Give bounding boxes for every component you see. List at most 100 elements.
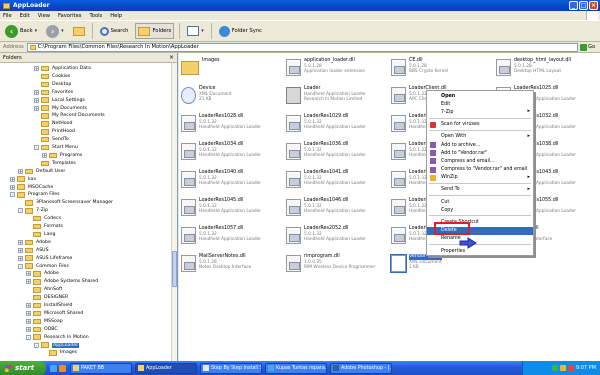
tree-item[interactable]: My Recent Documents (34, 112, 105, 119)
tree-item[interactable]: Cookies (34, 73, 70, 80)
ie-icon[interactable] (50, 364, 57, 372)
context-menu-item[interactable]: Open (427, 92, 533, 100)
expand-icon[interactable]: + (34, 66, 39, 72)
tree-item[interactable]: 3Planesoft Screensaver Manager (18, 199, 113, 206)
tree-item[interactable]: + InstallShield (26, 302, 73, 309)
taskbar-button[interactable]: AppLoader (135, 362, 197, 374)
expand-icon[interactable]: + (26, 310, 31, 316)
file-item[interactable]: LoaderRes1034.dll 5.0.1.32 Handheld Applic… (181, 141, 286, 165)
file-item[interactable]: Loader Handheld Application Loader Researc… (286, 85, 391, 109)
folders-button[interactable]: Folders (135, 23, 175, 39)
context-menu-item[interactable]: Edit (427, 100, 533, 108)
speaker-icon[interactable] (559, 365, 566, 371)
expand-icon[interactable]: + (26, 279, 31, 285)
tree-item[interactable]: + MSSoap (26, 318, 63, 325)
expand-icon[interactable]: + (34, 105, 39, 111)
file-item[interactable]: Images (181, 57, 286, 81)
firefox-icon[interactable] (59, 364, 66, 372)
context-menu-item[interactable]: Add to archive... (427, 141, 533, 149)
tree-item[interactable]: - AppLoader (34, 342, 80, 349)
tree-item[interactable]: + Adobe (26, 270, 59, 277)
tree-item[interactable]: NetHood (34, 120, 72, 127)
tree-item[interactable]: + kav (10, 176, 36, 183)
context-menu-item[interactable]: Add to "Vendor.rar" (427, 149, 533, 157)
file-item[interactable]: LoaderRes1040.dll 5.0.1.32 Handheld Applic… (181, 169, 286, 193)
file-item[interactable]: LoaderRes1057.dll 5.0.1.32 Handheld Applic… (181, 225, 286, 249)
file-item[interactable]: LoaderRes1046.dll 5.0.1.32 Handheld Applic… (286, 197, 391, 221)
folder-sync-button[interactable]: Folder Sync (217, 23, 264, 39)
taskbar-button[interactable]: Step By Step Install S... (200, 362, 262, 374)
file-item[interactable]: CE.dll 5.0.1.28 BBS Crypto Kernel (391, 57, 496, 81)
file-item[interactable]: LoaderRes1029.dll 5.0.1.32 Handheld Applic… (286, 113, 391, 137)
tree-item[interactable]: + ASUS (18, 247, 49, 254)
tree-item[interactable]: + Local Settings (34, 97, 85, 104)
collapse-icon[interactable]: - (26, 334, 31, 340)
context-menu-item[interactable]: 7-Zip ▸ (427, 108, 533, 116)
forward-button[interactable]: › ▾ (44, 23, 66, 39)
maximize-button[interactable]: □ (579, 1, 588, 10)
menu-edit[interactable]: Edit (20, 13, 30, 19)
file-item[interactable]: LoaderRes1036.dll 5.0.1.32 Handheld Applic… (286, 141, 391, 165)
menu-help[interactable]: Help (110, 13, 122, 19)
file-item[interactable]: rimprogram.dll 1.0.0.35 RIM Wireless Devic… (286, 253, 391, 277)
collapse-icon[interactable]: - (18, 263, 23, 269)
expand-icon[interactable]: + (26, 326, 31, 332)
minimize-button[interactable]: _ (569, 1, 578, 10)
tree-item[interactable]: PrintHood (34, 128, 75, 135)
taskbar-button[interactable]: PAKET BB (70, 362, 132, 374)
file-item[interactable]: Vendor XML Document 1 KB (390, 253, 496, 277)
taskbar-button[interactable]: Adobe Photoshop - [... (330, 362, 392, 374)
file-item[interactable]: MailServerNotes.dll 5.0.1.28 Notes Desktop… (181, 253, 286, 277)
context-menu-item[interactable]: Compress and email... (427, 157, 533, 165)
address-field[interactable]: C:\Program Files\Common Files\Research I… (26, 42, 578, 52)
tree-item[interactable]: - Research In Motion (26, 334, 89, 341)
close-button[interactable]: × (589, 1, 598, 10)
taskbar-button[interactable]: Kupas Tuntas repara... (265, 362, 327, 374)
tree-item[interactable]: + Microsoft Shared (26, 310, 83, 317)
menu-file[interactable]: File (3, 13, 12, 19)
collapse-icon[interactable]: - (10, 192, 15, 198)
search-button[interactable]: Search (98, 23, 131, 39)
file-item[interactable]: LoaderRes1041.dll 5.0.1.32 Handheld Applic… (286, 169, 391, 193)
go-button[interactable]: Go (578, 43, 600, 52)
expand-icon[interactable]: + (18, 255, 23, 261)
collapse-icon[interactable]: - (34, 145, 39, 151)
back-button[interactable]: ‹ Back ▾ (3, 23, 39, 39)
file-item[interactable]: LoaderRes2052.dll 5.0.1.32 Handheld Applic… (286, 225, 391, 249)
tree-item[interactable]: + Application Data (34, 65, 91, 72)
views-button[interactable]: ▾ (185, 23, 206, 39)
context-menu-item[interactable]: Scan for viruses (427, 121, 533, 129)
tree-item[interactable]: + Programs (42, 152, 82, 159)
tree-item[interactable]: - Program Files (10, 191, 60, 198)
expand-icon[interactable]: + (18, 247, 23, 253)
collapse-icon[interactable]: - (18, 208, 23, 214)
tree-item[interactable]: + Default User (18, 168, 65, 175)
expand-icon[interactable]: + (34, 89, 39, 95)
start-button[interactable]: start (0, 361, 46, 375)
expand-icon[interactable]: + (18, 168, 23, 174)
tree-item[interactable]: DESIGNER (26, 294, 68, 301)
context-menu-item[interactable]: Copy (427, 206, 533, 214)
tree-item[interactable]: + Adobe (18, 239, 51, 246)
tree-item[interactable]: SendTo (34, 136, 69, 143)
tree-item[interactable]: Templates (34, 160, 76, 167)
context-menu-item[interactable]: Rename (427, 235, 533, 243)
tree-item[interactable]: - Common Files (18, 263, 69, 270)
tree-item[interactable]: Images (42, 349, 77, 356)
menu-tools[interactable]: Tools (89, 13, 102, 19)
file-item[interactable]: Device XML Document 21 KB (181, 85, 286, 109)
tree-item[interactable]: - Start Menu (34, 144, 78, 151)
menu-view[interactable]: View (38, 13, 50, 19)
file-item[interactable]: LoaderRes1045.dll 5.0.1.32 Handheld Applic… (181, 197, 286, 221)
tree-item[interactable]: + MSOCache (10, 184, 53, 191)
file-item[interactable]: LoaderRes1028.dll 5.0.1.32 Handheld Applic… (181, 113, 286, 137)
antivirus-icon[interactable] (567, 365, 574, 371)
menu-favorites[interactable]: Favorites (58, 13, 81, 19)
file-item[interactable]: desktop_html_layout.dll 5.0.1.28 Desktop H… (496, 57, 600, 81)
expand-icon[interactable]: + (10, 176, 15, 182)
expand-icon[interactable]: + (26, 318, 31, 324)
tree-item[interactable]: + Adobe Systems Shared (26, 278, 98, 285)
context-menu-item[interactable]: Cut (427, 198, 533, 206)
tree-item[interactable]: Lang (26, 231, 55, 238)
close-icon[interactable]: × (169, 54, 174, 61)
